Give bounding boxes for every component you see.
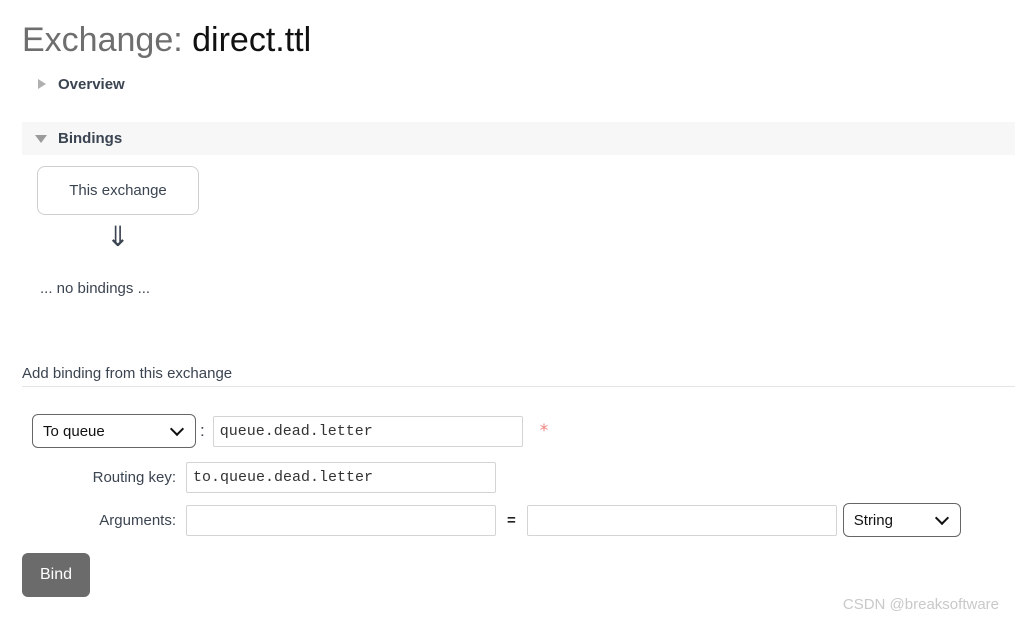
arguments-label: Arguments: bbox=[99, 511, 176, 529]
form-row-arguments: Arguments: = String bbox=[0, 503, 961, 537]
page-title: Exchange: direct.ttl bbox=[22, 18, 311, 62]
add-binding-divider bbox=[22, 386, 1015, 387]
argument-type-select[interactable]: String bbox=[842, 503, 961, 537]
arguments-equals-sign: = bbox=[507, 511, 516, 529]
section-header-bindings-label: Bindings bbox=[58, 129, 123, 147]
required-asterisk-icon: * bbox=[539, 421, 549, 441]
destination-type-select[interactable]: To queue bbox=[32, 414, 196, 448]
destination-type-select-wrap[interactable]: To queue bbox=[32, 414, 196, 448]
section-header-overview-label: Overview bbox=[58, 75, 125, 93]
section-header-bindings[interactable]: Bindings bbox=[35, 124, 122, 152]
form-row-destination: To queue : * bbox=[0, 414, 548, 448]
binding-source-node-label: This exchange bbox=[69, 182, 167, 199]
routing-key-label: Routing key: bbox=[92, 469, 176, 486]
page-title-label: Exchange: bbox=[22, 21, 183, 59]
argument-value-input[interactable] bbox=[526, 504, 837, 536]
watermark: CSDN @breaksoftware bbox=[842, 596, 999, 613]
binding-source-node[interactable]: This exchange bbox=[37, 166, 199, 215]
destination-name-input[interactable] bbox=[212, 415, 523, 447]
chevron-right-icon[interactable] bbox=[35, 77, 49, 91]
argument-key-input[interactable] bbox=[186, 504, 496, 536]
section-header-overview[interactable]: Overview bbox=[35, 70, 125, 98]
add-binding-heading: Add binding from this exchange bbox=[22, 365, 233, 382]
no-bindings-message: ... no bindings ... bbox=[40, 280, 151, 297]
bind-button[interactable]: Bind bbox=[22, 553, 91, 597]
section-band-bindings bbox=[22, 122, 1015, 155]
routing-key-input[interactable] bbox=[186, 462, 496, 493]
form-row-routing-key: Routing key: bbox=[0, 462, 496, 493]
chevron-down-icon[interactable] bbox=[35, 131, 49, 145]
double-down-arrow-icon: ⇓ bbox=[106, 220, 130, 253]
exchange-detail-page: Exchange: direct.ttl Overview Bindings T… bbox=[0, 0, 1015, 622]
page-title-value: direct.ttl bbox=[192, 21, 312, 59]
destination-separator: : bbox=[200, 421, 205, 440]
argument-type-select-wrap[interactable]: String bbox=[842, 503, 961, 537]
